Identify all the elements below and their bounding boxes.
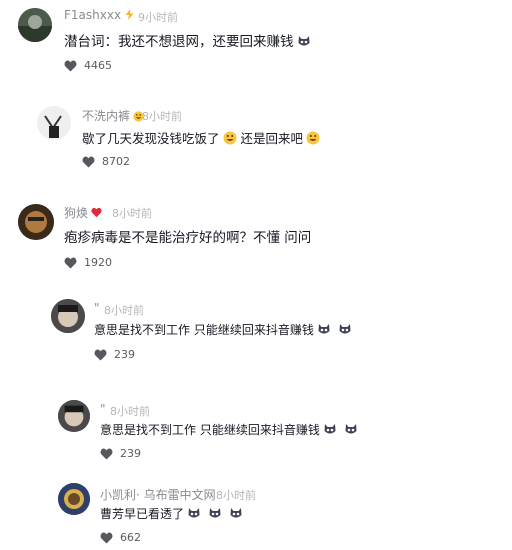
like-button[interactable]: 8702 — [82, 155, 130, 168]
like-count: 239 — [114, 348, 135, 361]
heart-icon — [100, 531, 113, 544]
cat-emoji-icon — [297, 34, 311, 48]
red-heart-icon — [91, 207, 102, 218]
timestamp: 8小时前 — [142, 110, 182, 123]
username[interactable]: " — [100, 402, 106, 416]
avatar[interactable] — [51, 299, 85, 333]
timestamp: 8小时前 — [112, 207, 152, 220]
username[interactable]: 不洗内裤 — [82, 107, 144, 124]
comment-text: 歇了几天发现没钱吃饭了 还是回来吧 — [82, 128, 320, 147]
like-count: 4465 — [84, 59, 112, 72]
cat-emoji-icon — [344, 422, 358, 436]
grin-emoji-icon — [306, 131, 320, 145]
comment-text: 意思是找不到工作 只能继续回来抖音赚钱 — [94, 321, 352, 338]
heart-icon — [94, 348, 107, 361]
username[interactable]: " — [94, 301, 100, 315]
avatar[interactable] — [18, 8, 52, 42]
like-count: 1920 — [84, 256, 112, 269]
comment-text: 潜台词：我还不想退网，还要回来赚钱 — [64, 30, 311, 50]
timestamp: 8小时前 — [104, 304, 144, 317]
like-button[interactable]: 4465 — [64, 59, 112, 72]
grin-emoji-icon — [223, 131, 237, 145]
avatar[interactable] — [58, 400, 90, 432]
avatar[interactable] — [37, 106, 71, 140]
comment-text: 疱疹病毒是不是能治疗好的啊？不懂 问问 — [64, 230, 312, 246]
heart-icon — [64, 256, 77, 269]
comment-text: 曹芳早已看透了 — [100, 505, 243, 522]
heart-icon — [64, 59, 77, 72]
timestamp: 9小时前 — [138, 11, 178, 24]
watermark-text: · 乌布雷中文网 — [136, 488, 216, 502]
like-count: 662 — [120, 531, 141, 544]
timestamp: 8小时前 — [110, 405, 150, 418]
avatar[interactable] — [18, 204, 54, 240]
heart-icon — [82, 155, 95, 168]
heart-icon — [100, 447, 113, 460]
cat-emoji-icon — [187, 506, 201, 520]
like-count: 239 — [120, 447, 141, 460]
lightning-badge-icon — [124, 9, 135, 20]
cat-emoji-icon — [317, 322, 331, 336]
username[interactable]: F1ashxxx — [64, 8, 135, 22]
like-button[interactable]: 662 — [100, 531, 141, 544]
cat-emoji-icon — [323, 422, 337, 436]
cat-emoji-icon — [229, 506, 243, 520]
username[interactable]: 狗焕 — [64, 204, 102, 221]
cat-emoji-icon — [208, 506, 222, 520]
timestamp: 8小时前 — [216, 489, 256, 502]
comment-text: 意思是找不到工作 只能继续回来抖音赚钱 — [100, 421, 358, 438]
like-button[interactable]: 239 — [94, 348, 135, 361]
cat-emoji-icon — [338, 322, 352, 336]
like-count: 8702 — [102, 155, 130, 168]
avatar[interactable] — [58, 483, 90, 515]
like-button[interactable]: 239 — [100, 447, 141, 460]
username[interactable]: 小凯利 — [100, 486, 136, 503]
like-button[interactable]: 1920 — [64, 256, 112, 269]
